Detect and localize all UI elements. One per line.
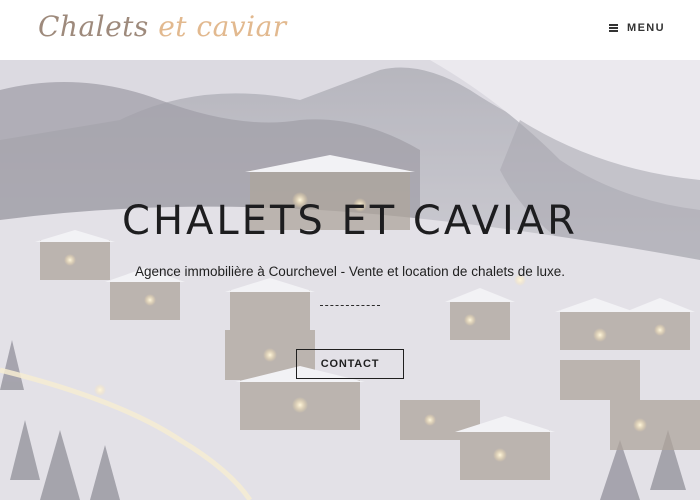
hero-section: CHALETS ET CAVIAR Agence immobilière à C… bbox=[0, 60, 700, 500]
menu-label: MENU bbox=[627, 22, 665, 34]
hamburger-icon bbox=[609, 24, 618, 32]
contact-button[interactable]: CONTACT bbox=[296, 349, 404, 379]
site-logo[interactable]: Chalets et caviar bbox=[38, 10, 287, 43]
hero-subtitle: Agence immobilière à Courchevel - Vente … bbox=[135, 264, 565, 279]
logo-text-main: Chalets bbox=[38, 10, 149, 43]
hero-title: CHALETS ET CAVIAR bbox=[122, 198, 578, 244]
hero-overlay bbox=[0, 60, 700, 500]
logo-text-accent: et caviar bbox=[158, 10, 287, 43]
menu-button[interactable]: MENU bbox=[609, 22, 665, 34]
site-header: Chalets et caviar MENU bbox=[0, 0, 700, 60]
hero-divider bbox=[320, 305, 380, 306]
